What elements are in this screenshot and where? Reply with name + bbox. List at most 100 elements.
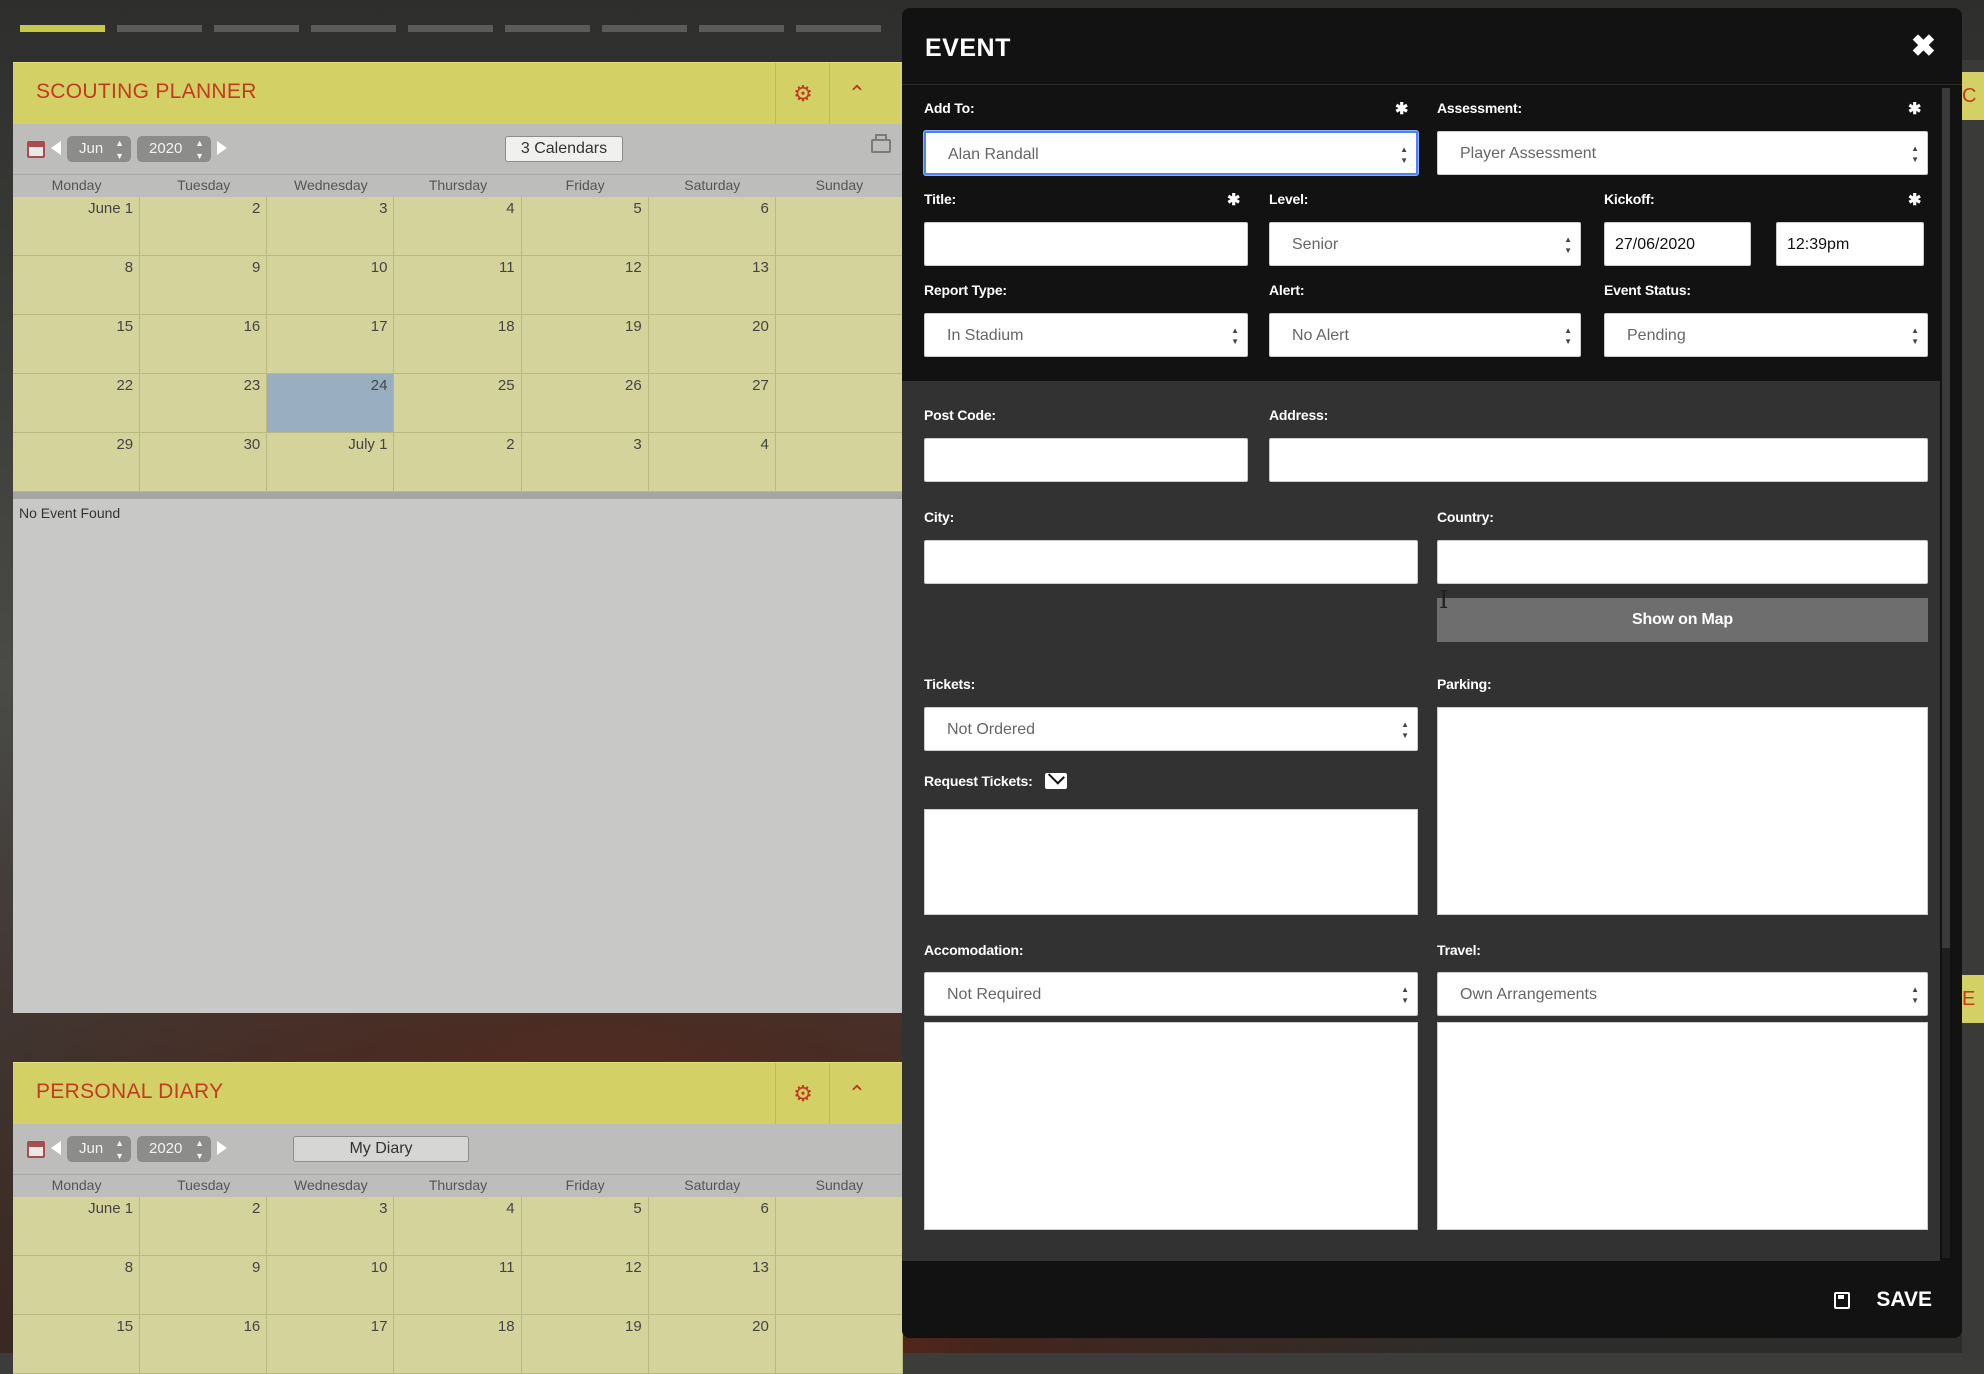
calendar-day-cell[interactable]: 27 bbox=[648, 374, 776, 433]
event-status-select[interactable]: Pending ▲ ▼ bbox=[1604, 313, 1928, 357]
calendars-button[interactable]: 3 Calendars bbox=[505, 136, 623, 162]
calendar-day-cell[interactable]: 20 bbox=[648, 1315, 776, 1374]
prev-month-arrow[interactable] bbox=[51, 1141, 61, 1155]
calendar-day-cell[interactable]: 6 bbox=[648, 1197, 776, 1256]
calendar-day-cell[interactable]: 17 bbox=[267, 1315, 395, 1374]
calendar-day-cell[interactable]: 18 bbox=[394, 315, 522, 374]
show-on-map-button[interactable]: Show on Map bbox=[1437, 598, 1928, 642]
city-input[interactable] bbox=[924, 540, 1418, 584]
calendar-day-cell[interactable] bbox=[775, 197, 903, 256]
calendar-day-cell[interactable]: 2 bbox=[140, 1197, 268, 1256]
diary-calendar-button[interactable]: My Diary bbox=[293, 1136, 469, 1162]
prev-month-arrow[interactable] bbox=[51, 141, 61, 155]
travel-textarea[interactable] bbox=[1437, 1022, 1928, 1230]
tickets-select[interactable]: Not Ordered ▲ ▼ bbox=[924, 707, 1418, 751]
month-select[interactable]: Jun ▲ ▼ bbox=[67, 1136, 131, 1162]
calendar-day-cell[interactable]: 16 bbox=[140, 1315, 268, 1374]
progress-segment[interactable] bbox=[117, 25, 202, 32]
progress-segment[interactable] bbox=[796, 25, 881, 32]
progress-segment[interactable] bbox=[20, 25, 105, 32]
calendar-day-cell[interactable]: 4 bbox=[648, 433, 776, 492]
request-tickets-textarea[interactable] bbox=[924, 809, 1418, 915]
mail-icon[interactable] bbox=[1045, 773, 1067, 789]
report-type-select[interactable]: In Stadium ▲ ▼ bbox=[924, 313, 1248, 357]
address-input[interactable] bbox=[1269, 438, 1928, 482]
calendar-day-cell[interactable]: 17 bbox=[267, 315, 395, 374]
calendar-icon[interactable] bbox=[27, 141, 45, 158]
calendar-day-cell[interactable]: 19 bbox=[521, 315, 649, 374]
travel-select[interactable]: Own Arrangements ▲ ▼ bbox=[1437, 972, 1928, 1016]
chevron-up-icon[interactable]: ⌃ bbox=[829, 1063, 884, 1124]
month-select[interactable]: Jun ▲ ▼ bbox=[67, 136, 131, 162]
next-month-arrow[interactable] bbox=[217, 141, 227, 155]
calendar-day-cell[interactable]: 4 bbox=[394, 1197, 522, 1256]
gear-icon[interactable]: ⚙ bbox=[775, 1063, 830, 1124]
progress-segment[interactable] bbox=[214, 25, 299, 32]
calendar-day-cell[interactable]: 19 bbox=[521, 1315, 649, 1374]
print-icon[interactable] bbox=[871, 134, 891, 153]
calendar-day-cell[interactable]: 29 bbox=[13, 433, 141, 492]
calendar-day-cell[interactable]: 9 bbox=[140, 1256, 268, 1315]
title-input[interactable] bbox=[924, 222, 1248, 266]
calendar-day-cell[interactable]: 2 bbox=[394, 433, 522, 492]
calendar-day-cell[interactable]: 5 bbox=[521, 197, 649, 256]
calendar-day-cell[interactable]: 26 bbox=[521, 374, 649, 433]
parking-textarea[interactable] bbox=[1437, 707, 1928, 915]
calendar-day-cell[interactable] bbox=[775, 256, 903, 315]
add-to-select[interactable]: Alan Randall ▲ ▼ bbox=[924, 131, 1418, 175]
assessment-select[interactable]: Player Assessment ▲ ▼ bbox=[1437, 131, 1928, 175]
calendar-day-cell[interactable] bbox=[775, 1197, 903, 1256]
progress-segment[interactable] bbox=[505, 25, 590, 32]
calendar-day-cell[interactable]: 2 bbox=[140, 197, 268, 256]
accomodation-select[interactable]: Not Required ▲ ▼ bbox=[924, 972, 1418, 1016]
calendar-day-cell[interactable]: 3 bbox=[267, 1197, 395, 1256]
calendar-day-cell[interactable]: June 1 bbox=[13, 1197, 141, 1256]
calendar-day-cell[interactable]: 15 bbox=[13, 1315, 141, 1374]
calendar-day-cell[interactable]: 15 bbox=[13, 315, 141, 374]
calendar-day-cell[interactable]: 10 bbox=[267, 256, 395, 315]
calendar-day-cell[interactable]: 11 bbox=[394, 256, 522, 315]
country-input[interactable] bbox=[1437, 540, 1928, 584]
kickoff-time-input[interactable]: 12:39pm bbox=[1776, 222, 1924, 266]
year-select[interactable]: 2020 ▲ ▼ bbox=[137, 1136, 211, 1162]
calendar-day-cell[interactable]: 11 bbox=[394, 1256, 522, 1315]
calendar-day-cell[interactable]: 23 bbox=[140, 374, 268, 433]
close-icon[interactable]: ✖ bbox=[1911, 32, 1936, 62]
calendar-day-cell[interactable]: 10 bbox=[267, 1256, 395, 1315]
kickoff-date-input[interactable]: 27/06/2020 bbox=[1604, 222, 1751, 266]
year-select[interactable]: 2020 ▲ ▼ bbox=[137, 136, 211, 162]
calendar-day-cell[interactable]: 6 bbox=[648, 197, 776, 256]
calendar-day-cell[interactable]: 5 bbox=[521, 1197, 649, 1256]
accomodation-textarea[interactable] bbox=[924, 1022, 1418, 1230]
calendar-day-cell[interactable]: 3 bbox=[521, 433, 649, 492]
progress-segment[interactable] bbox=[602, 25, 687, 32]
calendar-day-cell[interactable]: 18 bbox=[394, 1315, 522, 1374]
calendar-day-cell[interactable]: 22 bbox=[13, 374, 141, 433]
calendar-day-cell[interactable]: June 1 bbox=[13, 197, 141, 256]
calendar-day-cell[interactable]: July 1 bbox=[267, 433, 395, 492]
calendar-day-cell[interactable]: 13 bbox=[648, 256, 776, 315]
calendar-day-cell[interactable]: 30 bbox=[140, 433, 268, 492]
calendar-day-cell[interactable]: 25 bbox=[394, 374, 522, 433]
chevron-up-icon[interactable]: ⌃ bbox=[829, 63, 884, 124]
calendar-day-cell[interactable]: 9 bbox=[140, 256, 268, 315]
calendar-day-cell[interactable] bbox=[775, 1315, 903, 1374]
save-icon[interactable] bbox=[1834, 1292, 1850, 1309]
calendar-day-cell[interactable]: 4 bbox=[394, 197, 522, 256]
level-select[interactable]: Senior ▲ ▼ bbox=[1269, 222, 1581, 266]
calendar-day-cell[interactable]: 16 bbox=[140, 315, 268, 374]
gear-icon[interactable]: ⚙ bbox=[775, 63, 830, 124]
post-code-input[interactable] bbox=[924, 438, 1248, 482]
progress-segment[interactable] bbox=[699, 25, 784, 32]
calendar-day-cell[interactable] bbox=[775, 433, 903, 492]
calendar-day-cell[interactable] bbox=[775, 1256, 903, 1315]
modal-scrollbar[interactable] bbox=[1942, 88, 1950, 1258]
calendar-day-cell[interactable]: 3 bbox=[267, 197, 395, 256]
save-button[interactable]: SAVE bbox=[1876, 1288, 1932, 1312]
calendar-day-cell[interactable]: 12 bbox=[521, 256, 649, 315]
calendar-day-cell[interactable]: 13 bbox=[648, 1256, 776, 1315]
progress-segment[interactable] bbox=[311, 25, 396, 32]
calendar-icon[interactable] bbox=[27, 1141, 45, 1158]
calendar-day-cell[interactable]: 24 bbox=[267, 374, 395, 433]
scrollbar-thumb[interactable] bbox=[1942, 88, 1950, 948]
